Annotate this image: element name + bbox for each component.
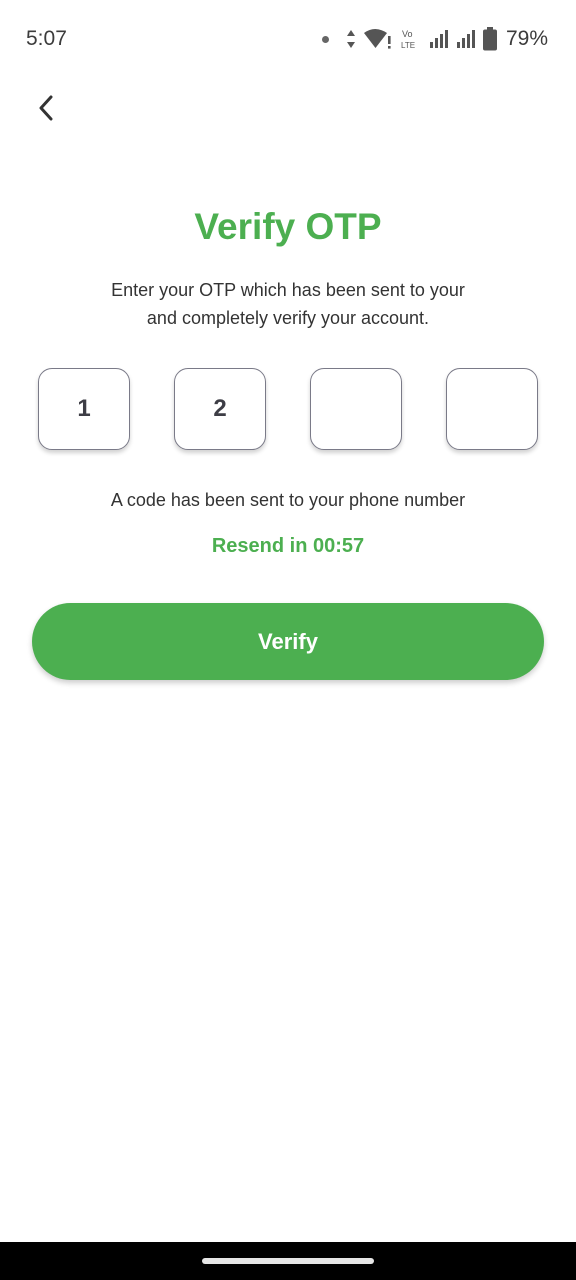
volte-icon: Vo LTE	[401, 29, 415, 50]
code-sent-text: A code has been sent to your phone numbe…	[110, 490, 466, 510]
notification-dot-icon	[321, 35, 329, 43]
page-title: Verify OTP	[194, 206, 382, 247]
navigation-bar	[0, 1242, 576, 1280]
svg-text:Vo: Vo	[402, 29, 413, 39]
chevron-left-icon	[39, 95, 53, 121]
signal-1-icon	[429, 30, 448, 48]
otp-input-group: 1 2	[38, 368, 538, 450]
otp-digit-1[interactable]: 1	[38, 368, 130, 450]
instruction-text: Enter your OTP which has been sent to yo…	[0, 276, 576, 332]
verify-button[interactable]: Verify	[32, 603, 544, 680]
data-arrows-icon	[346, 30, 355, 48]
signal-2-icon	[456, 30, 475, 48]
back-button[interactable]	[28, 90, 64, 126]
otp-digit-3[interactable]	[310, 368, 402, 450]
resend-timer[interactable]: Resend in 00:57	[0, 535, 576, 558]
wifi-icon	[363, 29, 391, 49]
instruction-line-1: Enter your OTP which has been sent to yo…	[111, 280, 465, 300]
status-icons: Vo LTE 79%	[321, 26, 548, 52]
home-gesture-handle[interactable]	[202, 1258, 374, 1264]
battery-icon	[482, 27, 497, 51]
otp-digit-4[interactable]	[446, 368, 538, 450]
battery-percentage: 79%	[505, 27, 548, 50]
status-bar: 5:07 Vo LTE 79%	[0, 0, 576, 80]
instruction-line-2: and completely verify your account.	[146, 308, 430, 328]
otp-digit-2[interactable]: 2	[174, 368, 266, 450]
status-time: 5:07	[26, 27, 67, 50]
svg-text:LTE: LTE	[401, 41, 415, 50]
